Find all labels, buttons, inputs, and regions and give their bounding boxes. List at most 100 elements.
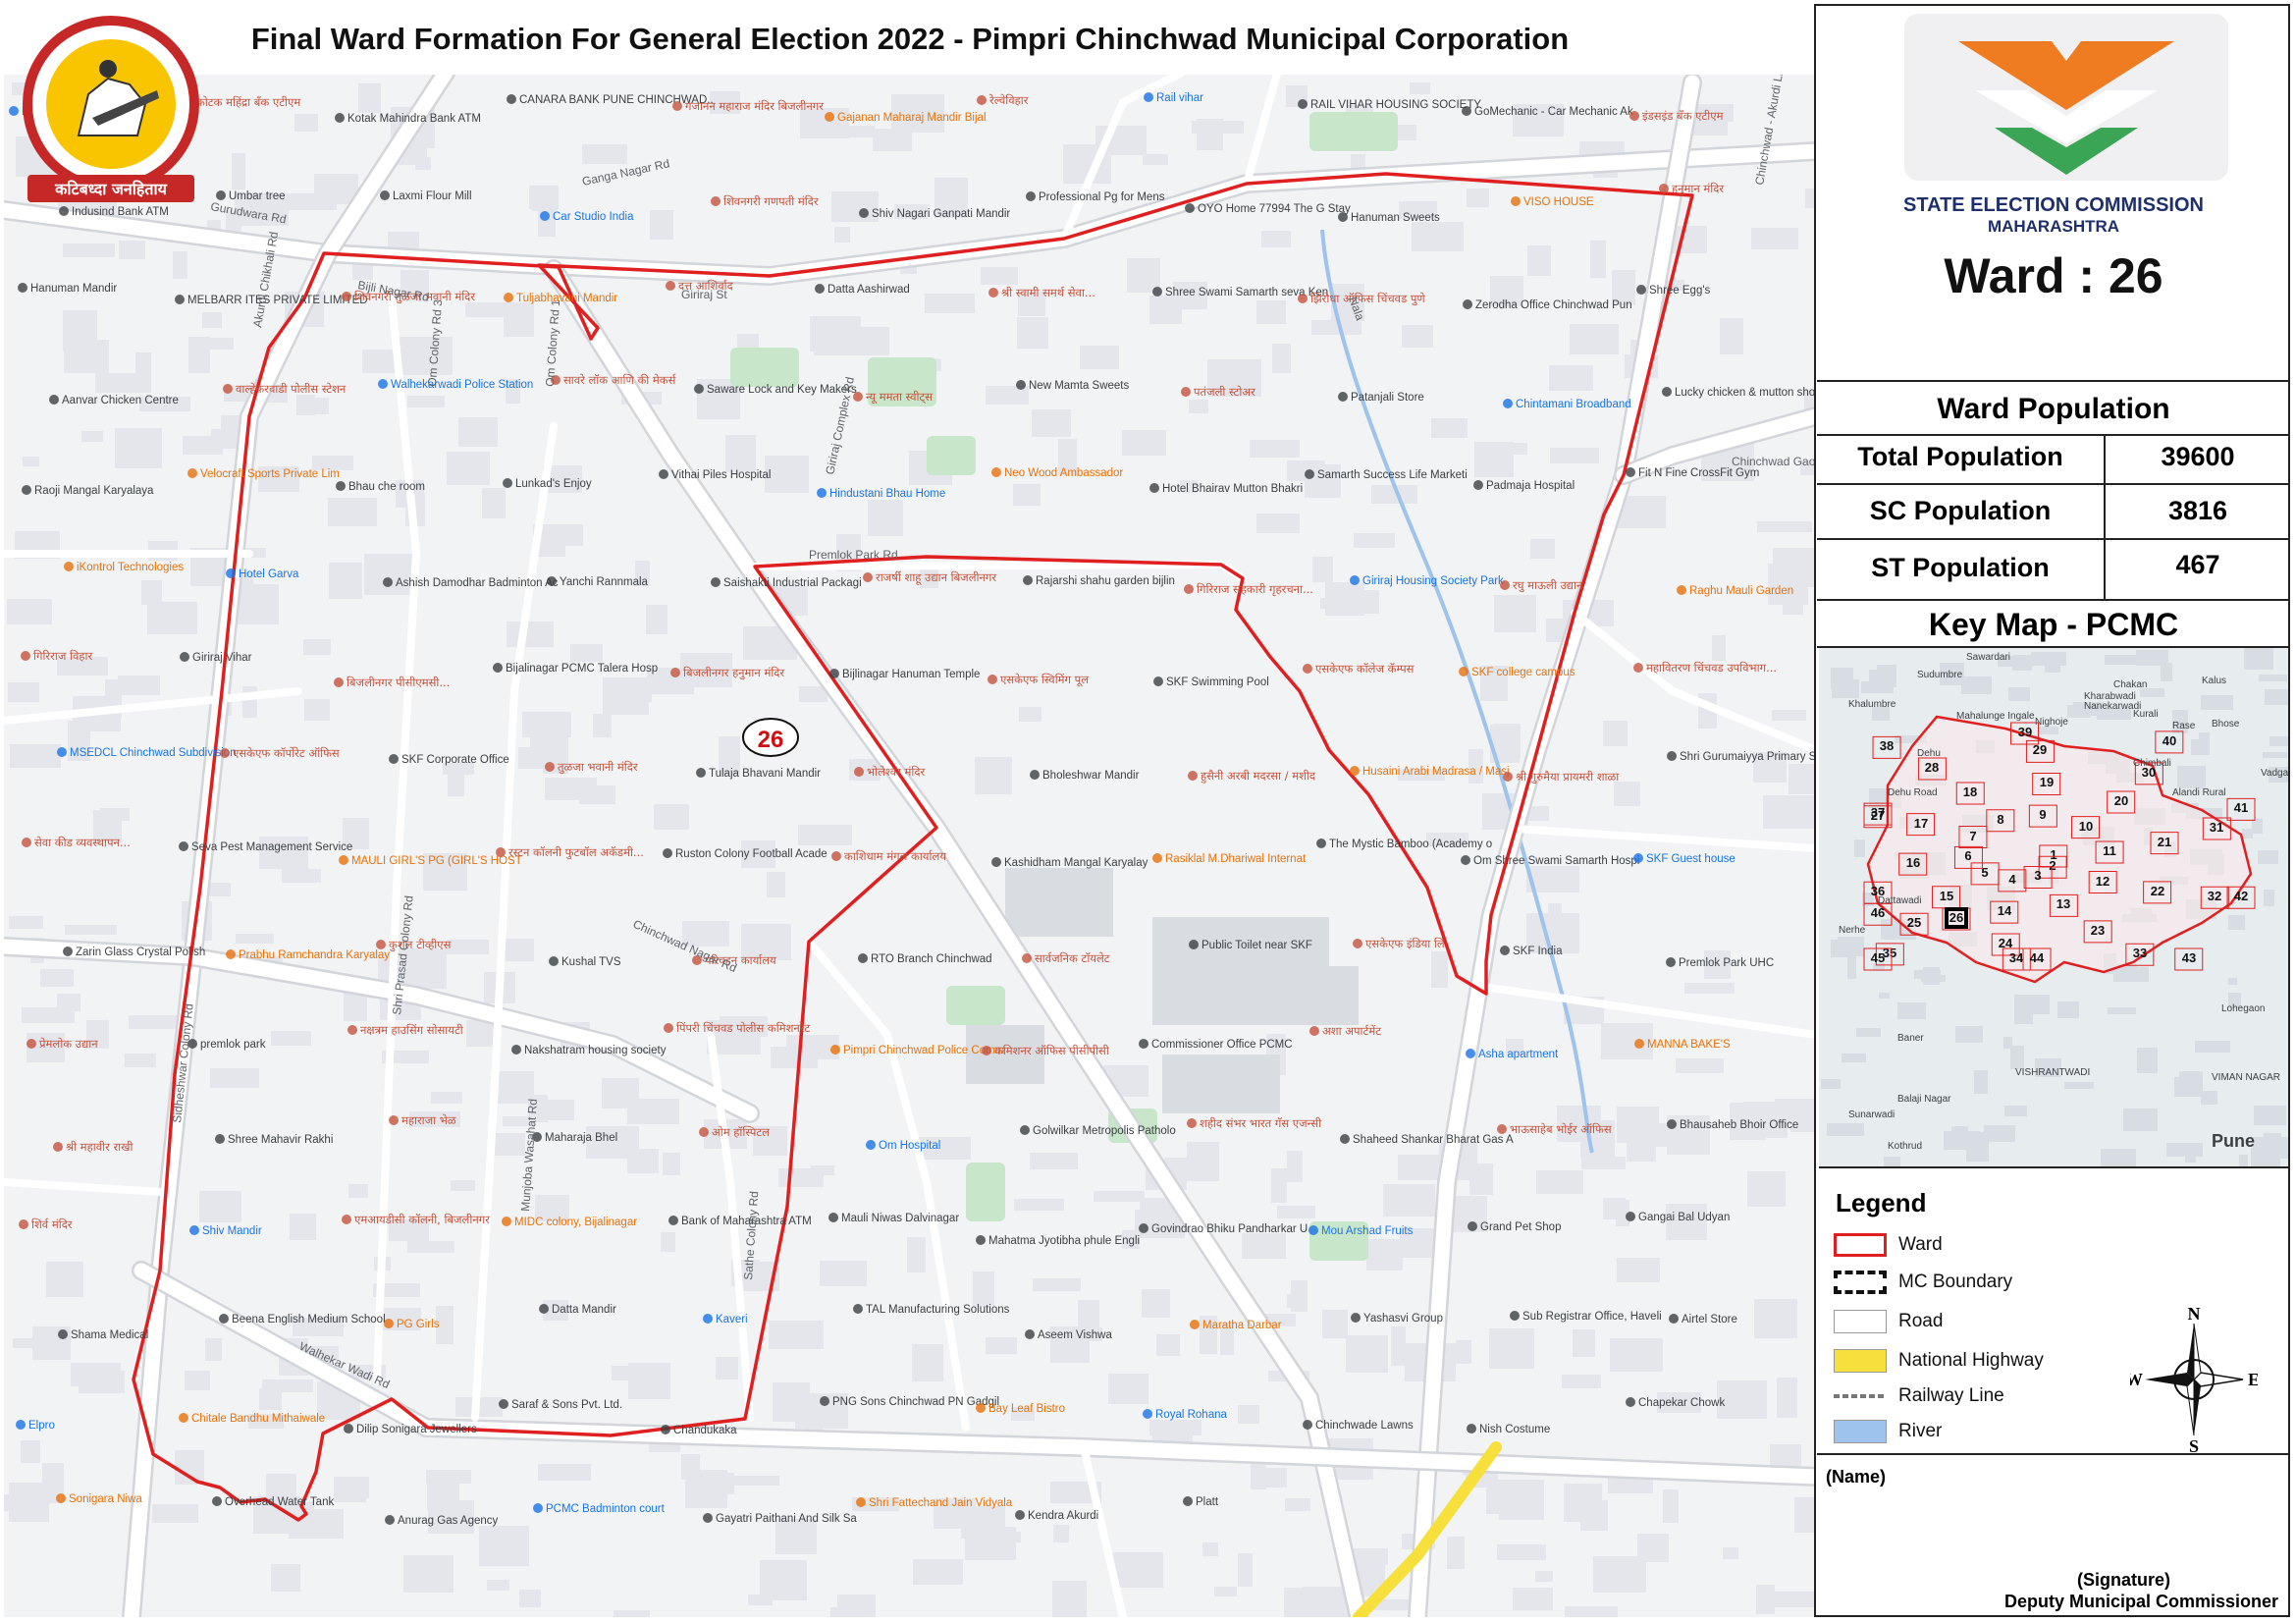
- place-label: Saishakti Industrial Packagi: [723, 577, 862, 589]
- building-block: [519, 1590, 541, 1607]
- building-block: [290, 1214, 316, 1240]
- keymap-block: [2057, 1001, 2079, 1018]
- keymap-block: [2244, 648, 2273, 670]
- place-label: Prabhu Ramchandra Karyalay: [239, 949, 390, 961]
- building-block: [1256, 514, 1300, 533]
- poi-marker: [22, 838, 31, 847]
- map-area[interactable]: Bijali Nagar Bridge Bus Stopकोटक महिंद्र…: [4, 4, 1816, 1617]
- place-label: Umbar tree: [229, 190, 286, 202]
- poi-marker: [496, 847, 506, 857]
- place-label: Mou Arshad Fruits: [1321, 1225, 1414, 1237]
- building-block: [23, 457, 39, 466]
- place-label: Beena English Medium School: [232, 1314, 386, 1325]
- building-block: [973, 1271, 994, 1307]
- building-block: [628, 1363, 670, 1399]
- poi-marker: [385, 1515, 395, 1525]
- building-block: [1272, 344, 1291, 373]
- building-block: [1777, 1378, 1797, 1418]
- keymap-place: Alandi Rural: [2172, 787, 2225, 798]
- poi-marker: [507, 94, 516, 104]
- keymap-ward-number: 23: [2091, 923, 2105, 938]
- keymap-ward-number: 3: [2034, 868, 2041, 883]
- building-block: [8, 682, 39, 702]
- building-block: [125, 1054, 156, 1067]
- poi-marker: [859, 208, 869, 218]
- place-label: पिंपरी चिंचवड पोलीस कमिशनरेट: [676, 1021, 810, 1035]
- keymap-ward-number: 12: [2096, 874, 2109, 889]
- poi-marker: [1350, 575, 1360, 585]
- place-label: श्री महावीर राखी: [66, 1140, 134, 1154]
- poi-marker: [499, 1399, 508, 1409]
- poi-marker: [1353, 939, 1362, 948]
- poi-marker: [22, 485, 31, 495]
- place-label: Aanvar Chicken Centre: [62, 395, 179, 406]
- poi-marker: [1149, 483, 1159, 493]
- building-block: [602, 1078, 639, 1109]
- place-label: रेल्वेविहार: [989, 93, 1029, 107]
- building-block: [232, 153, 245, 189]
- poi-marker: [1503, 399, 1513, 408]
- building-block: [1080, 346, 1119, 369]
- place-label: ओम हॉस्पिटल: [712, 1125, 770, 1139]
- place-label: Om Shree Swami Samarth Hospi: [1473, 855, 1639, 867]
- keymap-block: [2045, 663, 2060, 673]
- poi-marker: [1308, 1225, 1318, 1235]
- poi-marker: [1303, 664, 1312, 674]
- place-label: Pimpri Chinchwad Police Comm: [843, 1045, 1004, 1056]
- poi-marker: [991, 467, 1001, 477]
- place-label: MELBARR ITES PRIVATE LIMITED: [187, 295, 368, 306]
- building-block: [837, 1595, 876, 1617]
- place-label: PCMC Badminton court: [546, 1503, 666, 1515]
- place-label: Laxmi Flour Mill: [393, 190, 472, 202]
- keymap-block: [2195, 1041, 2230, 1053]
- building-block: [1322, 1310, 1348, 1338]
- ward-label: 26: [758, 727, 784, 753]
- poi-marker: [1022, 953, 1032, 963]
- building-block: [119, 241, 145, 259]
- poi-marker: [1629, 111, 1639, 121]
- poi-marker: [1338, 392, 1348, 402]
- building-block: [833, 126, 875, 137]
- compass-s: S: [2189, 1436, 2199, 1453]
- building-block: [685, 1470, 727, 1508]
- building-block: [1601, 1023, 1653, 1059]
- keymap-block: [2252, 819, 2263, 834]
- poi-marker: [64, 562, 74, 571]
- place-label: Aseem Vishwa: [1038, 1329, 1112, 1341]
- poi-marker: [1350, 766, 1360, 776]
- place-label: Lunkad's Enjoy: [515, 478, 592, 490]
- ward-map[interactable]: Bijali Nagar Bridge Bus Stopकोटक महिंद्र…: [4, 4, 1816, 1617]
- keymap-block: [2014, 1011, 2033, 1024]
- building-block: [242, 686, 257, 718]
- place-label: Mauli Niwas Dalvinagar: [841, 1213, 959, 1224]
- keymap-block: [2228, 915, 2245, 930]
- place-label: Gangai Bal Udyan: [1638, 1212, 1730, 1223]
- building-block: [1712, 635, 1726, 661]
- keymap-place: Bhose: [2212, 719, 2240, 730]
- building-block: [1410, 82, 1430, 94]
- place-label: Zarin Glass Crystal Polish: [76, 947, 205, 958]
- place-label: सावरे लॉक आणि की मेकर्स: [563, 373, 676, 387]
- place-label: MANNA BAKE'S: [1647, 1039, 1731, 1051]
- poi-marker: [545, 762, 555, 772]
- keymap-place: Khalumbre: [1848, 699, 1896, 710]
- industrial-block: [1005, 868, 1113, 937]
- poi-marker: [828, 1213, 838, 1222]
- building-block: [873, 129, 912, 151]
- keymap[interactable]: 1 2 3 4 5 6 7 8 9 10 11 12 13 14 15 16 17 18 19 20 21 22 23 24 2…: [1819, 648, 2288, 1168]
- building-block: [482, 488, 506, 518]
- poi-marker: [991, 857, 1001, 867]
- building-block: [1550, 448, 1599, 463]
- name-label: (Name): [1826, 1467, 1887, 1487]
- place-label: OYO Home 77994 The G Stay: [1198, 203, 1351, 215]
- park: [1309, 112, 1398, 151]
- place-label: Hanuman Sweets: [1351, 212, 1440, 224]
- poi-marker: [549, 956, 559, 966]
- place-label: RAIL VIHAR HOUSING SOCIETY: [1310, 99, 1481, 111]
- keymap-ward-number: 28: [1925, 760, 1939, 775]
- keymap-place: Vadgaon: [2261, 768, 2288, 779]
- building-block: [21, 1440, 40, 1463]
- poi-marker: [1662, 387, 1672, 397]
- building-block: [1565, 1606, 1618, 1617]
- building-block: [13, 1338, 36, 1348]
